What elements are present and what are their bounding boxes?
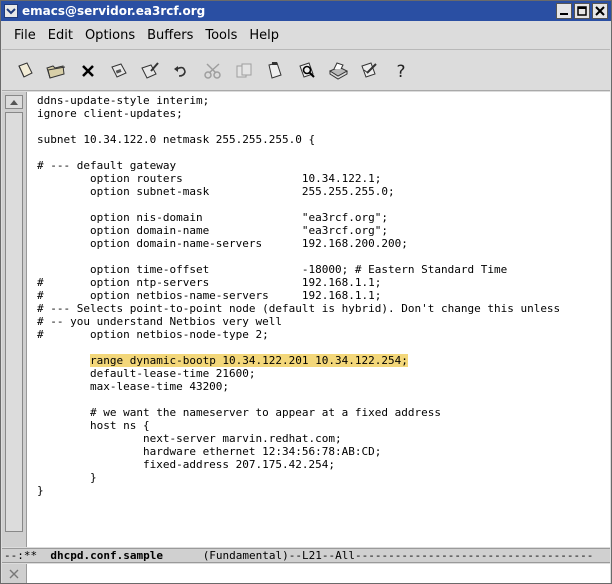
preferences-icon[interactable] <box>356 58 382 84</box>
open-folder-icon[interactable] <box>43 58 69 84</box>
menu-help[interactable]: Help <box>243 28 285 43</box>
menu-options[interactable]: Options <box>79 28 141 43</box>
code-line[interactable]: option domain-name "ea3rcf.org"; <box>37 224 610 237</box>
scroll-up-arrow-icon[interactable] <box>5 95 23 109</box>
minimize-button[interactable] <box>556 3 572 19</box>
code-line[interactable]: # --- default gateway <box>37 159 610 172</box>
buffer-text[interactable]: ddns-update-style interim; ignore client-… <box>37 94 610 544</box>
code-line[interactable]: # option netbios-node-type 2; <box>37 328 610 341</box>
code-line[interactable]: # -- you understand Netbios very well <box>37 315 610 328</box>
scroll-thumb[interactable] <box>5 112 23 532</box>
minibuffer-scrollbar[interactable] <box>2 564 27 583</box>
code-line[interactable]: option nis-domain "ea3rcf.org"; <box>37 211 610 224</box>
mode-line[interactable]: --:** dhcpd.conf.sample (Fundamental)--L… <box>2 548 610 563</box>
code-line[interactable]: host ns { <box>37 419 610 432</box>
code-line[interactable] <box>37 393 610 406</box>
maximize-button[interactable] <box>574 3 590 19</box>
code-line[interactable] <box>37 250 610 263</box>
vertical-scrollbar[interactable] <box>2 92 27 547</box>
menu-buffers[interactable]: Buffers <box>141 28 199 43</box>
code-line[interactable]: option subnet-mask 255.255.255.0; <box>37 185 610 198</box>
close-icon[interactable] <box>75 58 101 84</box>
code-line[interactable]: option routers 10.34.122.1; <box>37 172 610 185</box>
undo-icon[interactable] <box>168 58 194 84</box>
emacs-window: emacs@servidor.ea3rcf.org File Edit Opti… <box>0 0 612 584</box>
code-line[interactable]: ddns-update-style interim; <box>37 94 610 107</box>
code-line[interactable]: ignore client-updates; <box>37 107 610 120</box>
copy-icon[interactable] <box>231 58 257 84</box>
modeline-buffer-name[interactable]: dhcpd.conf.sample <box>50 549 163 562</box>
code-line[interactable]: option time-offset -18000; # Eastern Sta… <box>37 263 610 276</box>
svg-text:?: ? <box>396 62 405 81</box>
cut-icon[interactable] <box>200 58 226 84</box>
save-icon[interactable] <box>106 58 132 84</box>
code-line[interactable]: } <box>37 471 610 484</box>
new-file-icon[interactable] <box>12 58 38 84</box>
code-line[interactable]: default-lease-time 21600; <box>37 367 610 380</box>
code-line[interactable]: next-server marvin.redhat.com; <box>37 432 610 445</box>
code-line[interactable]: option domain-name-servers 192.168.200.2… <box>37 237 610 250</box>
code-line[interactable]: # we want the nameserver to appear at a … <box>37 406 610 419</box>
close-window-button[interactable] <box>592 3 608 19</box>
code-line[interactable] <box>37 120 610 133</box>
save-as-icon[interactable] <box>137 58 163 84</box>
code-line[interactable] <box>37 198 610 211</box>
code-line[interactable]: max-lease-time 43200; <box>37 380 610 393</box>
code-line[interactable]: hardware ethernet 12:34:56:78:AB:CD; <box>37 445 610 458</box>
editor-area[interactable]: ddns-update-style interim; ignore client-… <box>2 92 610 547</box>
code-line[interactable]: # option netbios-name-servers 192.168.1.… <box>37 289 610 302</box>
code-line-highlighted[interactable]: range dynamic-bootp 10.34.122.201 10.34.… <box>37 354 610 367</box>
modeline-status: --:** <box>4 549 51 562</box>
code-line[interactable]: fixed-address 207.175.42.254; <box>37 458 610 471</box>
window-menu-icon[interactable] <box>4 4 18 18</box>
code-line[interactable] <box>37 146 610 159</box>
code-line[interactable] <box>37 341 610 354</box>
code-line[interactable]: # option ntp-servers 192.168.1.1; <box>37 276 610 289</box>
help-icon[interactable]: ? <box>388 58 414 84</box>
menu-file[interactable]: File <box>8 28 42 43</box>
code-line[interactable]: } <box>37 484 610 497</box>
print-icon[interactable] <box>325 58 351 84</box>
fringe <box>28 92 36 547</box>
paste-icon[interactable] <box>262 58 288 84</box>
menu-tools[interactable]: Tools <box>199 28 243 43</box>
search-icon[interactable] <box>294 58 320 84</box>
toolbar: ? <box>2 51 610 91</box>
menu-edit[interactable]: Edit <box>42 28 79 43</box>
code-line[interactable]: # --- Selects point-to-point node (defau… <box>37 302 610 315</box>
menu-bar: File Edit Options Buffers Tools Help <box>2 22 610 50</box>
title-bar[interactable]: emacs@servidor.ea3rcf.org <box>1 1 611 21</box>
window-title: emacs@servidor.ea3rcf.org <box>22 4 206 18</box>
code-line[interactable]: subnet 10.34.122.0 netmask 255.255.255.0… <box>37 133 610 146</box>
minibuffer[interactable] <box>2 564 610 583</box>
modeline-mode-info: (Fundamental)--L21--All-----------------… <box>162 549 594 562</box>
